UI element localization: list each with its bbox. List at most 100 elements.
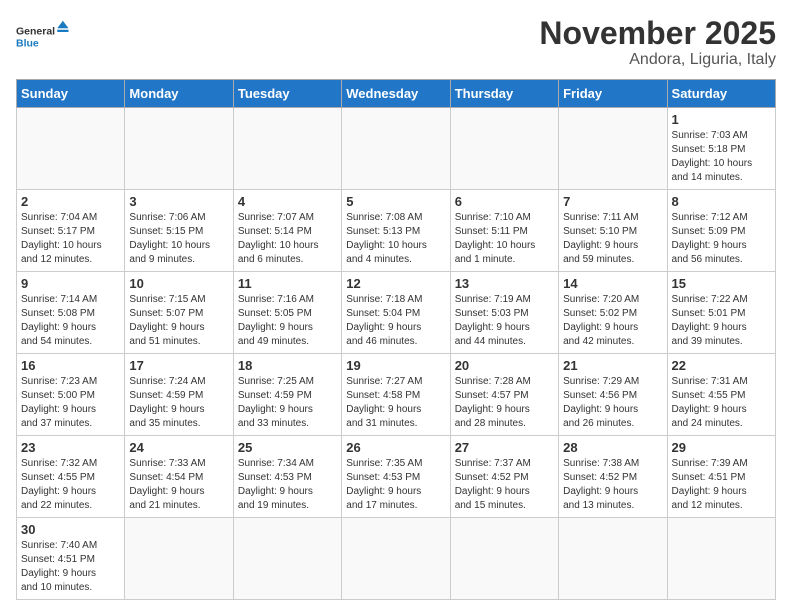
day-info: Sunrise: 7:12 AM Sunset: 5:09 PM Dayligh… (672, 211, 771, 267)
calendar-week-row: 23Sunrise: 7:32 AM Sunset: 4:55 PM Dayli… (17, 436, 776, 518)
calendar-cell: 29 Sunrise: 7:39 AM Sunset: 4:51 PM Dayli… (667, 436, 775, 518)
weekday-header-sunday: Sunday (17, 80, 125, 108)
calendar-cell (125, 518, 233, 600)
day-number: 26 (346, 440, 445, 455)
weekday-header-friday: Friday (559, 80, 667, 108)
calendar-cell: 28 Sunrise: 7:38 AM Sunset: 4:52 PM Dayli… (559, 436, 667, 518)
day-info: Sunrise: 7:32 AM Sunset: 4:55 PM Dayligh… (21, 457, 120, 513)
page-subtitle: Andora, Liguria, Italy (539, 51, 776, 69)
day-info: Sunrise: 7:28 AM Sunset: 4:57 PM Dayligh… (455, 375, 554, 431)
day-number: 1 (672, 112, 771, 127)
day-info: Sunrise: 7:29 AM Sunset: 4:56 PM Dayligh… (563, 375, 662, 431)
day-number: 10 (129, 276, 228, 291)
calendar-cell (559, 108, 667, 190)
day-info: Sunrise: 7:23 AM Sunset: 5:00 PM Dayligh… (21, 375, 120, 431)
page-header: General Blue November 2025 Andora, Ligur… (16, 16, 776, 69)
calendar-week-row: 16 Sunrise: 7:23 AM Sunset: 5:00 PM Dayli… (17, 354, 776, 436)
calendar-cell: 23Sunrise: 7:32 AM Sunset: 4:55 PM Dayli… (17, 436, 125, 518)
day-number: 16 (21, 358, 120, 373)
calendar-cell (17, 108, 125, 190)
calendar-cell (233, 108, 341, 190)
calendar-cell (233, 518, 341, 600)
calendar-cell (342, 518, 450, 600)
day-number: 7 (563, 194, 662, 209)
day-number: 14 (563, 276, 662, 291)
calendar-cell: 24 Sunrise: 7:33 AM Sunset: 4:54 PM Dayli… (125, 436, 233, 518)
svg-text:Blue: Blue (16, 37, 39, 49)
calendar-cell: 14 Sunrise: 7:20 AM Sunset: 5:02 PM Dayli… (559, 272, 667, 354)
day-number: 18 (238, 358, 337, 373)
day-info: Sunrise: 7:10 AM Sunset: 5:11 PM Dayligh… (455, 211, 554, 267)
calendar-week-row: 30 Sunrise: 7:40 AM Sunset: 4:51 PM Dayli… (17, 518, 776, 600)
day-info: Sunrise: 7:39 AM Sunset: 4:51 PM Dayligh… (672, 457, 771, 513)
day-info: Sunrise: 7:15 AM Sunset: 5:07 PM Dayligh… (129, 293, 228, 349)
calendar-cell: 4Sunrise: 7:07 AM Sunset: 5:14 PM Daylig… (233, 190, 341, 272)
calendar-table: SundayMondayTuesdayWednesdayThursdayFrid… (16, 79, 776, 600)
day-info: Sunrise: 7:11 AM Sunset: 5:10 PM Dayligh… (563, 211, 662, 267)
logo-svg: General Blue (16, 16, 76, 60)
calendar-cell (342, 108, 450, 190)
calendar-cell: 7 Sunrise: 7:11 AM Sunset: 5:10 PM Daylig… (559, 190, 667, 272)
day-number: 13 (455, 276, 554, 291)
weekday-header-thursday: Thursday (450, 80, 558, 108)
day-number: 2 (21, 194, 120, 209)
calendar-cell: 26 Sunrise: 7:35 AM Sunset: 4:53 PM Dayli… (342, 436, 450, 518)
calendar-cell: 18 Sunrise: 7:25 AM Sunset: 4:59 PM Dayli… (233, 354, 341, 436)
calendar-cell: 25 Sunrise: 7:34 AM Sunset: 4:53 PM Dayli… (233, 436, 341, 518)
day-number: 12 (346, 276, 445, 291)
day-info: Sunrise: 7:34 AM Sunset: 4:53 PM Dayligh… (238, 457, 337, 513)
calendar-cell: 27 Sunrise: 7:37 AM Sunset: 4:52 PM Dayli… (450, 436, 558, 518)
calendar-cell: 1Sunrise: 7:03 AM Sunset: 5:18 PM Daylig… (667, 108, 775, 190)
day-info: Sunrise: 7:35 AM Sunset: 4:53 PM Dayligh… (346, 457, 445, 513)
calendar-cell: 12 Sunrise: 7:18 AM Sunset: 5:04 PM Dayli… (342, 272, 450, 354)
weekday-header-monday: Monday (125, 80, 233, 108)
calendar-week-row: 9 Sunrise: 7:14 AM Sunset: 5:08 PM Daylig… (17, 272, 776, 354)
day-info: Sunrise: 7:06 AM Sunset: 5:15 PM Dayligh… (129, 211, 228, 267)
day-number: 11 (238, 276, 337, 291)
day-info: Sunrise: 7:38 AM Sunset: 4:52 PM Dayligh… (563, 457, 662, 513)
calendar-cell: 5 Sunrise: 7:08 AM Sunset: 5:13 PM Daylig… (342, 190, 450, 272)
weekday-header-row: SundayMondayTuesdayWednesdayThursdayFrid… (17, 80, 776, 108)
day-info: Sunrise: 7:08 AM Sunset: 5:13 PM Dayligh… (346, 211, 445, 267)
weekday-header-wednesday: Wednesday (342, 80, 450, 108)
calendar-cell: 20 Sunrise: 7:28 AM Sunset: 4:57 PM Dayli… (450, 354, 558, 436)
day-info: Sunrise: 7:27 AM Sunset: 4:58 PM Dayligh… (346, 375, 445, 431)
day-number: 5 (346, 194, 445, 209)
day-number: 20 (455, 358, 554, 373)
day-info: Sunrise: 7:18 AM Sunset: 5:04 PM Dayligh… (346, 293, 445, 349)
day-number: 8 (672, 194, 771, 209)
calendar-cell: 22Sunrise: 7:31 AM Sunset: 4:55 PM Dayli… (667, 354, 775, 436)
calendar-cell (450, 518, 558, 600)
calendar-cell (559, 518, 667, 600)
calendar-cell (125, 108, 233, 190)
day-number: 3 (129, 194, 228, 209)
page-title: November 2025 (539, 16, 776, 51)
day-number: 9 (21, 276, 120, 291)
day-number: 30 (21, 522, 120, 537)
calendar-week-row: 2Sunrise: 7:04 AM Sunset: 5:17 PM Daylig… (17, 190, 776, 272)
calendar-cell: 21 Sunrise: 7:29 AM Sunset: 4:56 PM Dayli… (559, 354, 667, 436)
day-number: 22 (672, 358, 771, 373)
day-info: Sunrise: 7:25 AM Sunset: 4:59 PM Dayligh… (238, 375, 337, 431)
day-info: Sunrise: 7:14 AM Sunset: 5:08 PM Dayligh… (21, 293, 120, 349)
calendar-cell: 8 Sunrise: 7:12 AM Sunset: 5:09 PM Daylig… (667, 190, 775, 272)
weekday-header-saturday: Saturday (667, 80, 775, 108)
day-info: Sunrise: 7:24 AM Sunset: 4:59 PM Dayligh… (129, 375, 228, 431)
day-number: 27 (455, 440, 554, 455)
day-info: Sunrise: 7:33 AM Sunset: 4:54 PM Dayligh… (129, 457, 228, 513)
day-number: 25 (238, 440, 337, 455)
day-number: 21 (563, 358, 662, 373)
calendar-cell: 3 Sunrise: 7:06 AM Sunset: 5:15 PM Daylig… (125, 190, 233, 272)
day-info: Sunrise: 7:40 AM Sunset: 4:51 PM Dayligh… (21, 539, 120, 595)
weekday-header-tuesday: Tuesday (233, 80, 341, 108)
calendar-cell: 15Sunrise: 7:22 AM Sunset: 5:01 PM Dayli… (667, 272, 775, 354)
calendar-cell: 9 Sunrise: 7:14 AM Sunset: 5:08 PM Daylig… (17, 272, 125, 354)
day-number: 24 (129, 440, 228, 455)
day-number: 28 (563, 440, 662, 455)
day-info: Sunrise: 7:37 AM Sunset: 4:52 PM Dayligh… (455, 457, 554, 513)
title-block: November 2025 Andora, Liguria, Italy (539, 16, 776, 69)
day-number: 29 (672, 440, 771, 455)
day-info: Sunrise: 7:19 AM Sunset: 5:03 PM Dayligh… (455, 293, 554, 349)
calendar-cell: 19Sunrise: 7:27 AM Sunset: 4:58 PM Dayli… (342, 354, 450, 436)
day-info: Sunrise: 7:20 AM Sunset: 5:02 PM Dayligh… (563, 293, 662, 349)
